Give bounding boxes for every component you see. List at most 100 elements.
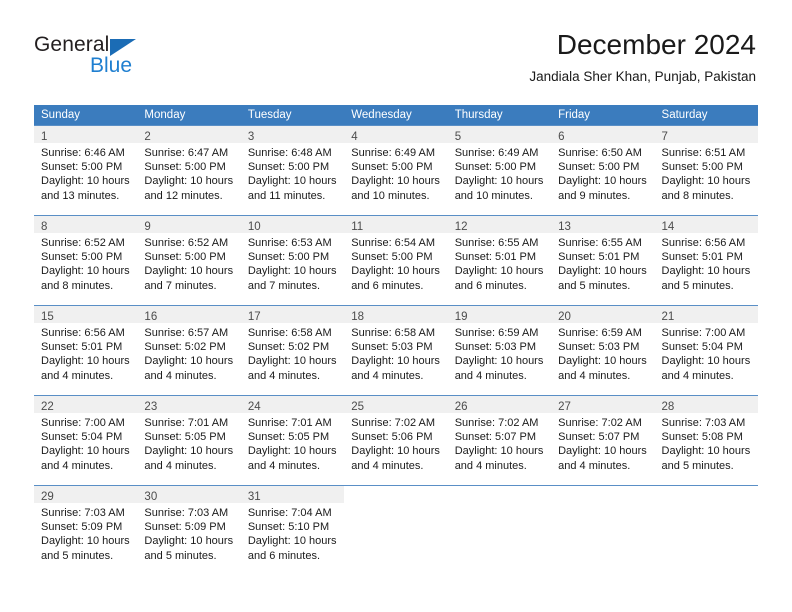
calendar-day-cell[interactable]: 20 Sunrise: 6:59 AM Sunset: 5:03 PM Dayl… — [551, 306, 655, 395]
daylight-text-line2: and 10 minutes. — [454, 189, 533, 202]
calendar-day-cell[interactable]: 13 Sunrise: 6:55 AM Sunset: 5:01 PM Dayl… — [551, 216, 655, 305]
sunrise-text: Sunrise: 6:48 AM — [247, 147, 332, 159]
calendar-day-cell[interactable]: 30 Sunrise: 7:03 AM Sunset: 5:09 PM Dayl… — [137, 486, 241, 575]
daylight-text-line2: and 10 minutes. — [351, 189, 430, 202]
daylight-text-line1: Daylight: 10 hours — [41, 535, 130, 548]
daylight-text-line1: Daylight: 10 hours — [247, 535, 337, 548]
sunset-text: Sunset: 5:00 PM — [558, 161, 640, 174]
calendar-day-cell[interactable]: 6 Sunrise: 6:50 AM Sunset: 5:00 PM Dayli… — [551, 126, 655, 215]
day-details: Sunrise: 6:46 AM Sunset: 5:00 PM Dayligh… — [34, 143, 137, 203]
day-number-band — [655, 486, 758, 503]
sunrise-text: Sunrise: 6:59 AM — [558, 327, 642, 339]
daylight-text-line2: and 9 minutes. — [558, 189, 631, 202]
calendar-day-cell[interactable]: 4 Sunrise: 6:49 AM Sunset: 5:00 PM Dayli… — [344, 126, 448, 215]
calendar-day-cell[interactable]: 9 Sunrise: 6:52 AM Sunset: 5:00 PM Dayli… — [137, 216, 241, 305]
day-number-band: 3 — [240, 126, 345, 143]
day-number: 17 — [247, 311, 261, 323]
calendar-day-cell[interactable]: 14 Sunrise: 6:56 AM Sunset: 5:01 PM Dayl… — [654, 216, 758, 305]
daylight-text-line1: Daylight: 10 hours — [41, 265, 130, 278]
calendar-day-cell[interactable]: 19 Sunrise: 6:59 AM Sunset: 5:03 PM Dayl… — [447, 306, 552, 395]
day-number-band: 19 — [447, 306, 552, 323]
day-number: 27 — [558, 401, 571, 413]
sunrise-text: Sunrise: 6:58 AM — [247, 327, 332, 339]
sunset-text: Sunset: 5:01 PM — [454, 251, 537, 264]
sunrise-text: Sunrise: 6:56 AM — [41, 327, 125, 339]
calendar-day-cell[interactable]: 23 Sunrise: 7:01 AM Sunset: 5:05 PM Dayl… — [137, 396, 241, 485]
daylight-text-line2: and 7 minutes. — [247, 279, 320, 292]
day-details: Sunrise: 6:50 AM Sunset: 5:00 PM Dayligh… — [551, 143, 654, 203]
day-number-band: 15 — [34, 306, 138, 323]
calendar-day-cell[interactable]: 27 Sunrise: 7:02 AM Sunset: 5:07 PM Dayl… — [551, 396, 655, 485]
daylight-text-line1: Daylight: 10 hours — [558, 265, 647, 278]
calendar-day-cell[interactable]: 15 Sunrise: 6:56 AM Sunset: 5:01 PM Dayl… — [34, 306, 138, 395]
calendar-week-row: 8 Sunrise: 6:52 AM Sunset: 5:00 PM Dayli… — [34, 215, 758, 305]
sunrise-text: Sunrise: 6:52 AM — [144, 237, 229, 249]
calendar-day-cell[interactable]: 2 Sunrise: 6:47 AM Sunset: 5:00 PM Dayli… — [137, 126, 241, 215]
day-number-band: 21 — [654, 306, 758, 323]
day-details: Sunrise: 6:56 AM Sunset: 5:01 PM Dayligh… — [34, 323, 137, 383]
sunset-text: Sunset: 5:05 PM — [247, 431, 330, 444]
calendar-day-cell[interactable]: 7 Sunrise: 6:51 AM Sunset: 5:00 PM Dayli… — [654, 126, 758, 215]
calendar-day-cell[interactable]: 22 Sunrise: 7:00 AM Sunset: 5:04 PM Dayl… — [34, 396, 138, 485]
day-details: Sunrise: 7:02 AM Sunset: 5:07 PM Dayligh… — [551, 413, 654, 473]
sunrise-text: Sunrise: 7:03 AM — [144, 507, 229, 519]
daylight-text-line1: Daylight: 10 hours — [41, 445, 130, 458]
sunrise-text: Sunrise: 7:01 AM — [247, 417, 332, 429]
day-header-monday: Monday — [144, 109, 186, 121]
calendar-day-cell[interactable]: 21 Sunrise: 7:00 AM Sunset: 5:04 PM Dayl… — [654, 306, 758, 395]
sunrise-text: Sunrise: 6:58 AM — [351, 327, 436, 339]
logo-text-blue: Blue — [90, 54, 133, 77]
day-details: Sunrise: 6:53 AM Sunset: 5:00 PM Dayligh… — [241, 233, 344, 293]
calendar-day-cell[interactable]: 12 Sunrise: 6:55 AM Sunset: 5:01 PM Dayl… — [447, 216, 552, 305]
day-number: 6 — [558, 131, 565, 143]
general-blue-logo[interactable]: General Blue — [34, 33, 254, 89]
calendar-day-cell[interactable]: 8 Sunrise: 6:52 AM Sunset: 5:00 PM Dayli… — [34, 216, 138, 305]
calendar-day-cell[interactable]: 1 Sunrise: 6:46 AM Sunset: 5:00 PM Dayli… — [34, 126, 138, 215]
calendar-day-cell[interactable]: 28 Sunrise: 7:03 AM Sunset: 5:08 PM Dayl… — [654, 396, 758, 485]
calendar-day-cell[interactable]: 24 Sunrise: 7:01 AM Sunset: 5:05 PM Dayl… — [240, 396, 345, 485]
calendar-day-cell[interactable]: 31 Sunrise: 7:04 AM Sunset: 5:10 PM Dayl… — [240, 486, 345, 575]
day-number: 12 — [454, 221, 468, 233]
daylight-text-line2: and 13 minutes. — [41, 189, 120, 202]
day-details: Sunrise: 7:00 AM Sunset: 5:04 PM Dayligh… — [655, 323, 758, 383]
day-details: Sunrise: 6:56 AM Sunset: 5:01 PM Dayligh… — [655, 233, 758, 293]
calendar-day-cell[interactable]: 16 Sunrise: 6:57 AM Sunset: 5:02 PM Dayl… — [137, 306, 241, 395]
day-number-band: 27 — [551, 396, 655, 413]
daylight-text-line1: Daylight: 10 hours — [351, 265, 440, 278]
calendar-day-cell[interactable]: 10 Sunrise: 6:53 AM Sunset: 5:00 PM Dayl… — [240, 216, 345, 305]
daylight-text-line1: Daylight: 10 hours — [454, 445, 544, 458]
calendar-day-cell[interactable]: 18 Sunrise: 6:58 AM Sunset: 5:03 PM Dayl… — [344, 306, 448, 395]
sunrise-text: Sunrise: 6:46 AM — [41, 147, 125, 159]
day-number-band: 20 — [551, 306, 655, 323]
calendar-day-cell[interactable]: 5 Sunrise: 6:49 AM Sunset: 5:00 PM Dayli… — [447, 126, 552, 215]
calendar-day-cell[interactable]: 29 Sunrise: 7:03 AM Sunset: 5:09 PM Dayl… — [34, 486, 138, 575]
day-details: Sunrise: 6:52 AM Sunset: 5:00 PM Dayligh… — [137, 233, 240, 293]
day-details: Sunrise: 7:03 AM Sunset: 5:09 PM Dayligh… — [137, 503, 240, 563]
day-number-band: 24 — [240, 396, 345, 413]
sunset-text: Sunset: 5:09 PM — [41, 521, 123, 534]
calendar-day-cell[interactable]: 26 Sunrise: 7:02 AM Sunset: 5:07 PM Dayl… — [447, 396, 552, 485]
calendar-day-cell[interactable]: 11 Sunrise: 6:54 AM Sunset: 5:00 PM Dayl… — [344, 216, 448, 305]
page-header: General Blue December 2024 Jandiala Sher… — [0, 0, 792, 100]
daylight-text-line1: Daylight: 10 hours — [558, 445, 647, 458]
daylight-text-line2: and 4 minutes. — [351, 459, 424, 472]
calendar-day-cell[interactable]: 3 Sunrise: 6:48 AM Sunset: 5:00 PM Dayli… — [240, 126, 345, 215]
day-number-band: 16 — [137, 306, 241, 323]
day-details: Sunrise: 6:54 AM Sunset: 5:00 PM Dayligh… — [344, 233, 447, 293]
calendar-day-cell[interactable]: 25 Sunrise: 7:02 AM Sunset: 5:06 PM Dayl… — [344, 396, 448, 485]
calendar-day-cell[interactable]: 17 Sunrise: 6:58 AM Sunset: 5:02 PM Dayl… — [240, 306, 345, 395]
day-header-sunday: Sunday — [41, 109, 81, 121]
sunrise-text: Sunrise: 6:50 AM — [558, 147, 642, 159]
daylight-text-line2: and 4 minutes. — [247, 459, 320, 472]
day-details: Sunrise: 7:03 AM Sunset: 5:08 PM Dayligh… — [655, 413, 758, 473]
day-number-band — [448, 486, 551, 503]
day-details: Sunrise: 6:58 AM Sunset: 5:03 PM Dayligh… — [344, 323, 447, 383]
day-details: Sunrise: 6:59 AM Sunset: 5:03 PM Dayligh… — [551, 323, 654, 383]
day-number: 25 — [351, 401, 365, 413]
title-block: December 2024 Jandiala Sher Khan, Punjab… — [529, 28, 756, 86]
day-details: Sunrise: 7:04 AM Sunset: 5:10 PM Dayligh… — [241, 503, 344, 563]
day-number: 9 — [144, 221, 151, 233]
day-number-band: 13 — [551, 216, 655, 233]
day-number: 23 — [144, 401, 158, 413]
daylight-text-line1: Daylight: 10 hours — [247, 355, 337, 368]
